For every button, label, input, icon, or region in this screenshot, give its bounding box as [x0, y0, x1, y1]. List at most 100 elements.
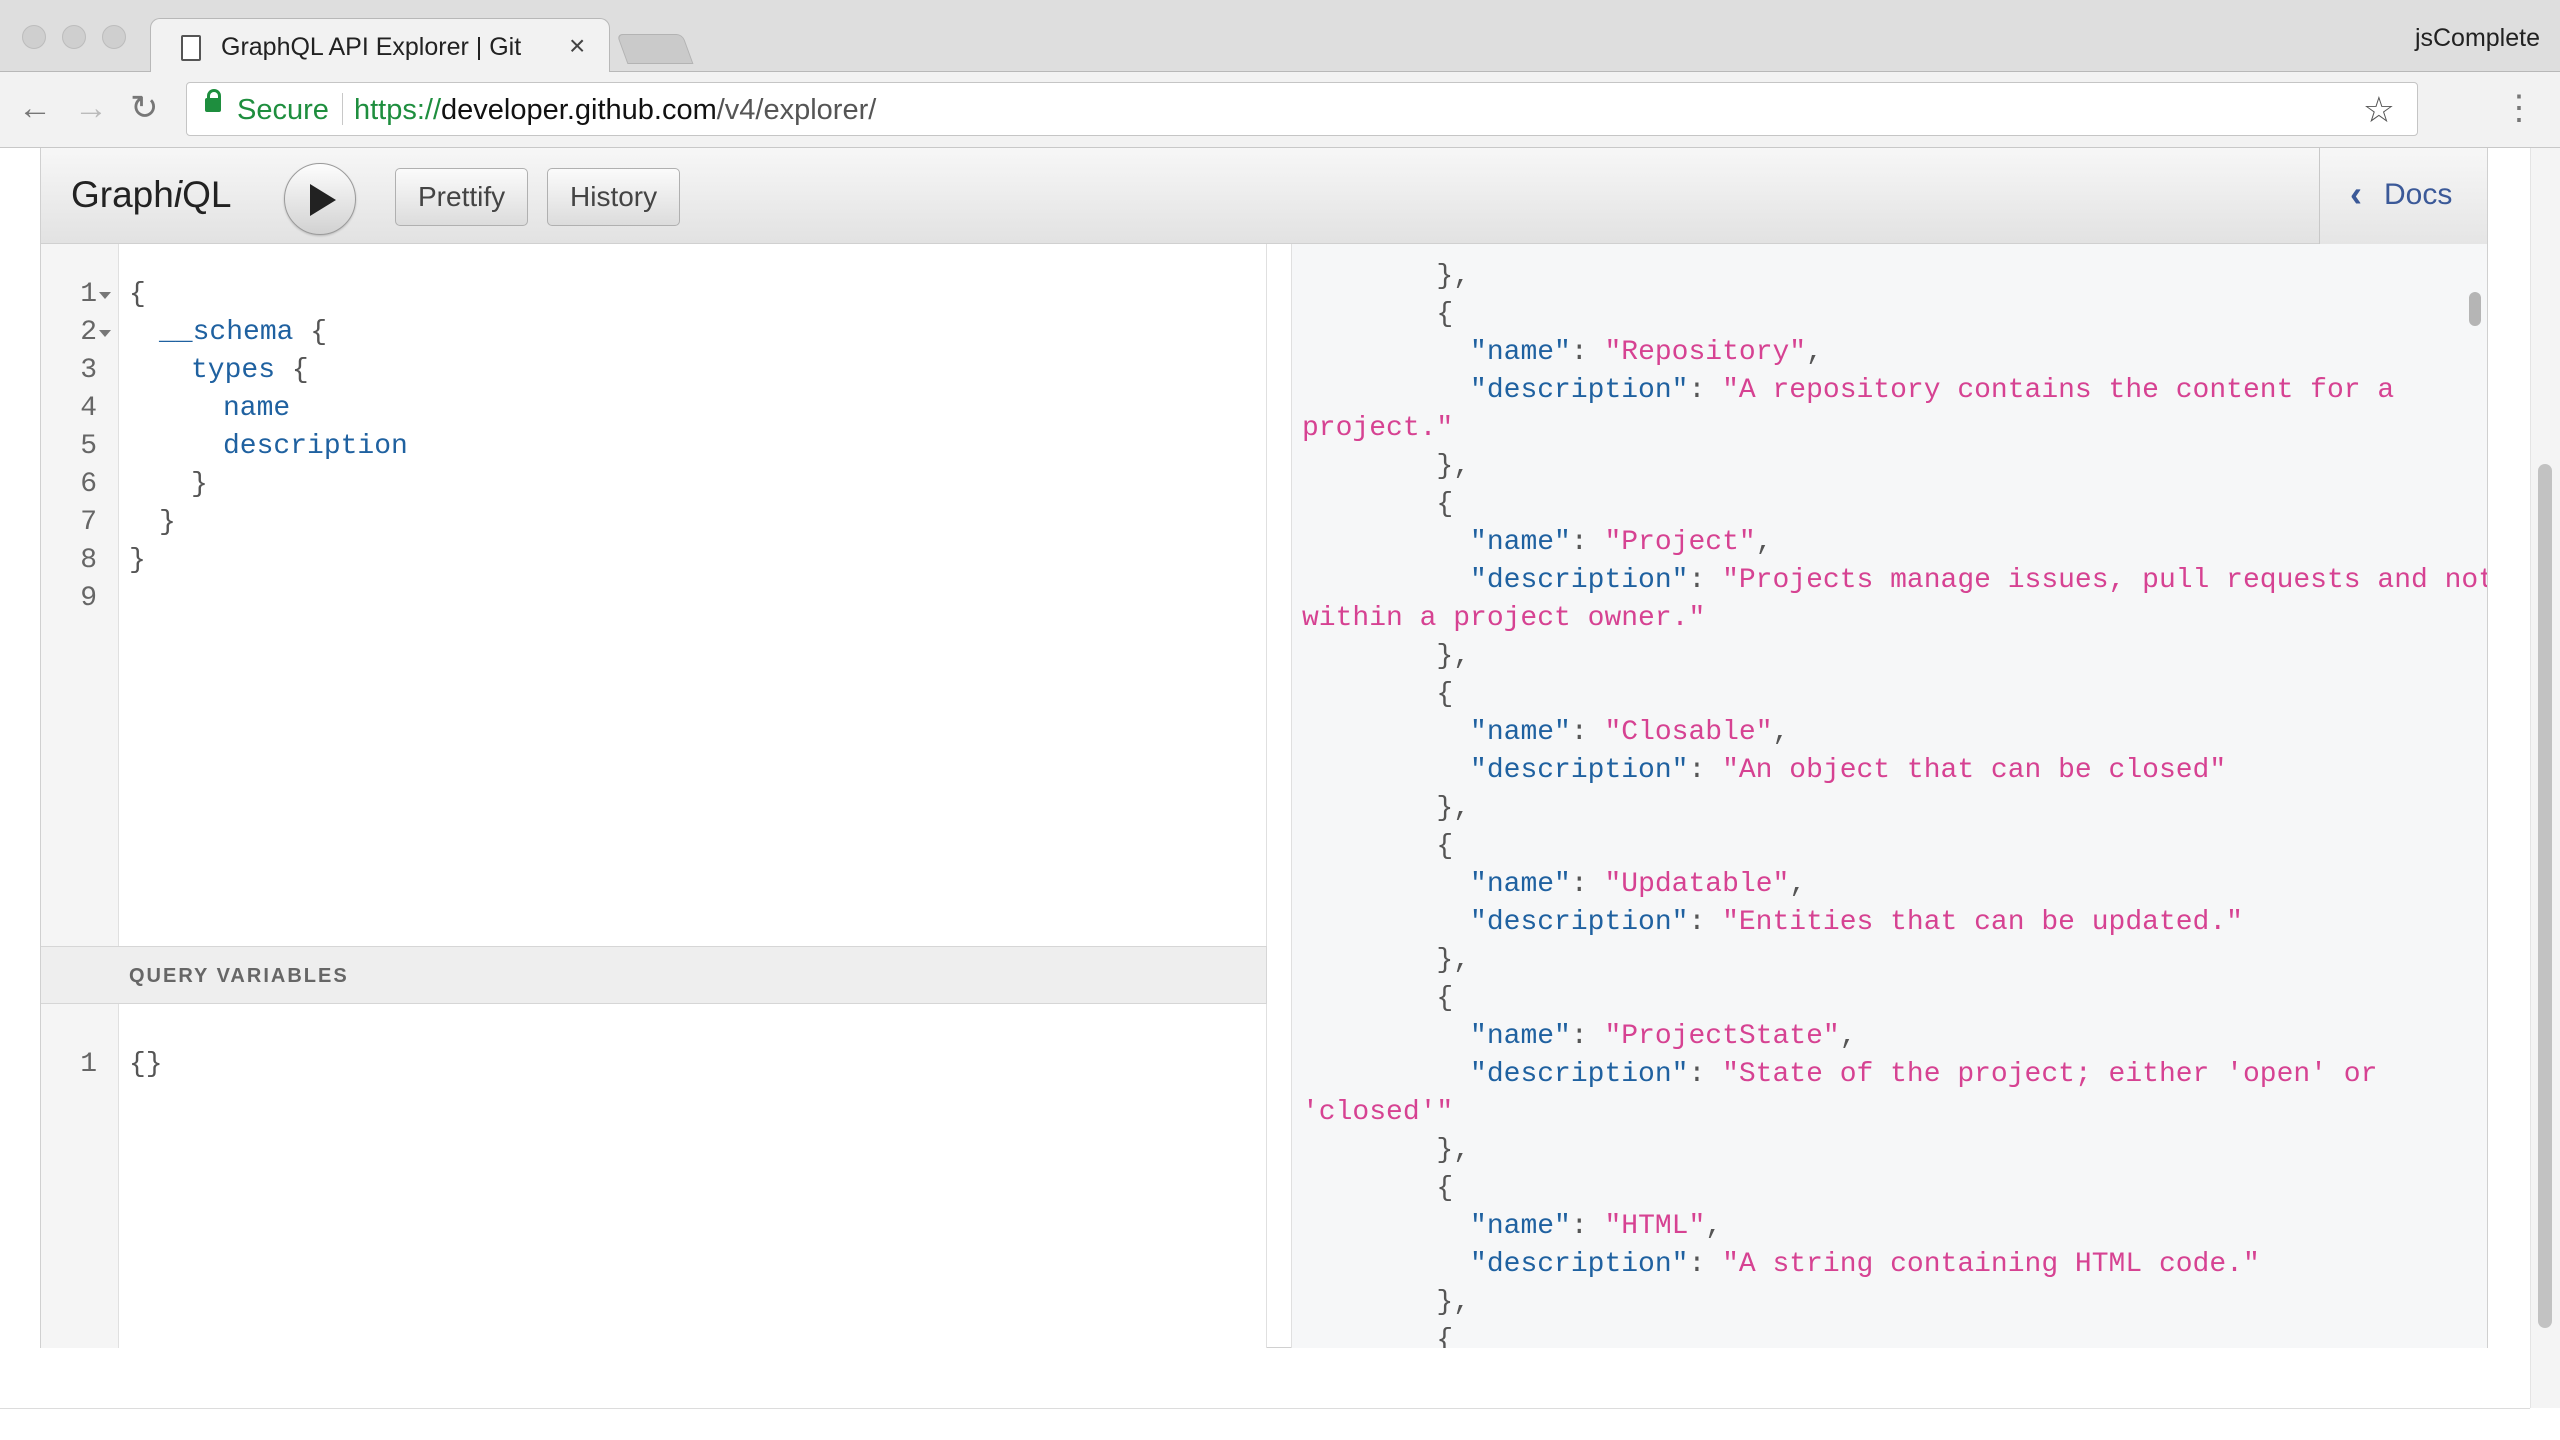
tab-title: GraphQL API Explorer | GitHub: [221, 33, 521, 61]
result-line: {: [1302, 676, 1453, 714]
json-punct: :: [1688, 1059, 1723, 1090]
variables-editor[interactable]: 1 {}: [41, 1004, 1267, 1348]
variables-content: {}: [129, 1049, 163, 1080]
result-line: {: [1302, 1170, 1453, 1208]
result-line: "description": "Entities that can be upd…: [1302, 904, 2243, 942]
json-string: "Project": [1604, 527, 1756, 558]
json-punct: },: [1436, 945, 1471, 976]
chevron-left-icon: ‹: [2350, 173, 2362, 214]
docs-button[interactable]: ‹ Docs: [2319, 148, 2487, 244]
result-line: "description": "State of the project; ei…: [1302, 1056, 2377, 1094]
fold-arrow-icon[interactable]: [99, 292, 111, 299]
json-punct: :: [1688, 565, 1723, 596]
json-string: project.": [1302, 413, 1454, 444]
graphiql-topbar: GraphiQL Prettify History ‹ Docs: [41, 148, 2487, 244]
history-button[interactable]: History: [547, 168, 681, 226]
code-line: types {: [191, 352, 309, 390]
result-scrollbar[interactable]: [2469, 292, 2481, 326]
query-editor[interactable]: 1 2 3 4 5 6 7 8 9 { __schema { types { n…: [41, 244, 1267, 950]
forward-arrow-icon[interactable]: →: [74, 90, 108, 126]
json-punct: :: [1688, 1249, 1723, 1280]
json-punct: {: [1436, 489, 1454, 520]
new-tab-button[interactable]: [616, 34, 694, 64]
prettify-button[interactable]: Prettify: [395, 168, 529, 226]
json-string: "Closable": [1604, 717, 1773, 748]
json-punct: {: [1436, 983, 1454, 1014]
json-punct: :: [1570, 1211, 1605, 1242]
json-punct: },: [1436, 451, 1471, 482]
result-line: {: [1302, 828, 1453, 866]
brace: {: [293, 317, 328, 348]
result-pane[interactable]: }, { "name": "Repository", "description"…: [1291, 244, 2487, 1348]
json-key: "description": [1470, 1059, 1689, 1090]
result-line: {: [1302, 296, 1453, 334]
browser-tab-active[interactable]: GraphQL API Explorer | GitHub ×: [150, 18, 610, 73]
json-punct: ,: [1789, 869, 1807, 900]
line-number: 3: [80, 355, 97, 386]
result-line: "name": "Closable",: [1302, 714, 1789, 752]
bookmark-star-icon[interactable]: ☆: [2363, 89, 2395, 131]
logo-part-ql: QL: [182, 174, 232, 215]
json-punct: :: [1688, 907, 1723, 938]
json-key: "name": [1470, 717, 1571, 748]
json-string: "Projects manage issues, pull requests a…: [1722, 565, 2487, 596]
address-bar[interactable]: Secure https://developer.github.com/v4/e…: [186, 82, 2418, 136]
page-scrollbar-thumb[interactable]: [2538, 464, 2552, 1328]
code-line: {: [129, 279, 146, 310]
execute-query-button[interactable]: [284, 163, 356, 235]
json-string: "HTML": [1604, 1211, 1706, 1242]
result-line: {: [1302, 1322, 1453, 1348]
json-punct: ,: [1839, 1021, 1857, 1052]
line-number: 2: [80, 317, 97, 348]
json-punct: ,: [1772, 717, 1790, 748]
window-maximize-button[interactable]: [102, 25, 126, 49]
docs-label: Docs: [2384, 178, 2453, 211]
secure-label: Secure: [237, 94, 329, 126]
field-name: name: [223, 393, 291, 424]
line-number: 1: [80, 279, 97, 310]
url-text[interactable]: https://developer.github.com/v4/explorer…: [354, 94, 876, 127]
result-line: "name": "ProjectState",: [1302, 1018, 1857, 1056]
result-line: 'closed'": [1302, 1094, 1453, 1132]
query-variables-header[interactable]: QUERY VARIABLES: [41, 946, 1267, 1004]
json-punct: },: [1436, 793, 1471, 824]
profile-name[interactable]: jsComplete: [2415, 24, 2540, 53]
window-close-button[interactable]: [22, 25, 46, 49]
back-arrow-icon[interactable]: ←: [18, 90, 52, 126]
json-string: 'closed'": [1302, 1097, 1454, 1128]
json-string: "State of the project; either 'open' or: [1722, 1059, 2378, 1090]
json-string: "Updatable": [1604, 869, 1790, 900]
json-key: "description": [1470, 755, 1689, 786]
json-key: "description": [1470, 565, 1689, 596]
page-document-icon: [181, 35, 201, 61]
result-line: },: [1302, 790, 1470, 828]
line-number: 9: [80, 583, 97, 614]
tab-close-icon[interactable]: ×: [569, 31, 585, 61]
logo-part-i: i: [173, 174, 183, 215]
json-punct: {: [1436, 1325, 1454, 1348]
json-punct: :: [1570, 717, 1605, 748]
window-minimize-button[interactable]: [62, 25, 86, 49]
json-punct: ,: [1705, 1211, 1723, 1242]
fold-arrow-icon[interactable]: [99, 330, 111, 337]
json-punct: {: [1436, 831, 1454, 862]
json-punct: :: [1570, 337, 1605, 368]
result-line: "description": "An object that can be cl…: [1302, 752, 2226, 790]
reload-icon[interactable]: ↻: [130, 90, 159, 126]
menu-dots-icon[interactable]: ⋮: [2502, 90, 2536, 126]
result-line: "description": "Projects manage issues, …: [1302, 562, 2487, 600]
line-number: 8: [80, 545, 97, 576]
json-punct: },: [1436, 1287, 1471, 1318]
json-punct: {: [1436, 1173, 1454, 1204]
